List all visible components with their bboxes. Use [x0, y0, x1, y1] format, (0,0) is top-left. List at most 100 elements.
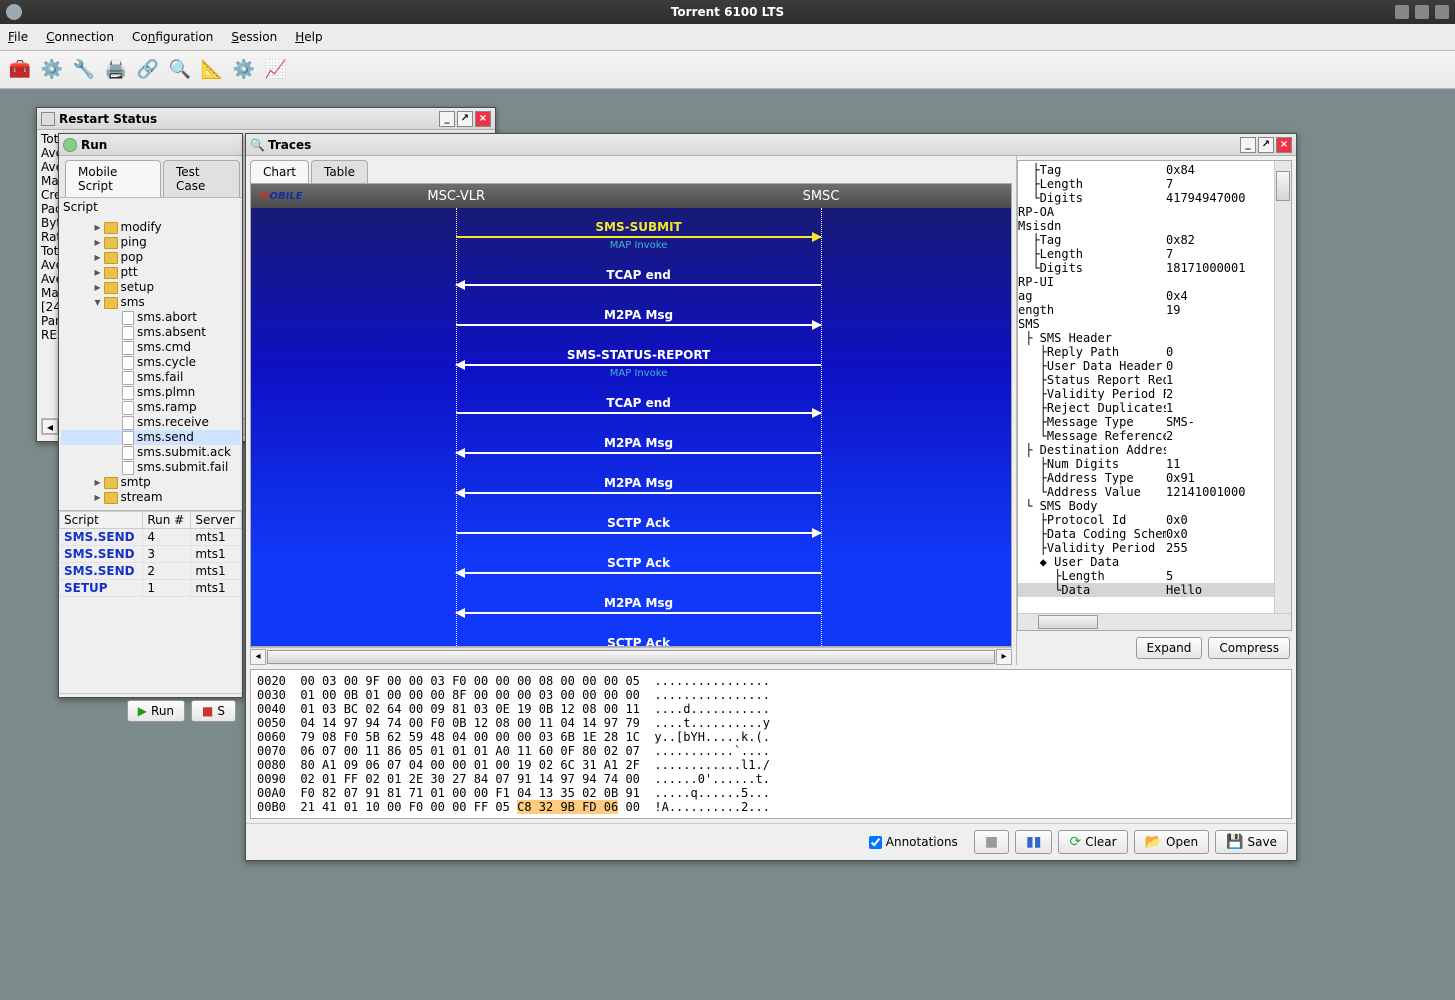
table-row[interactable]: SMS.SEND2mts1: [60, 563, 242, 580]
hex-dump[interactable]: 0020 00 03 00 9F 00 00 03 F0 00 00 00 08…: [250, 669, 1292, 819]
traces-minimize[interactable]: _: [1240, 137, 1256, 153]
decoder-row-19[interactable]: └Message Reference2: [1018, 429, 1291, 443]
decoder-row-14[interactable]: ├User Data Header Indicator0: [1018, 359, 1291, 373]
menu-connection[interactable]: Connection: [46, 30, 114, 44]
decoder-row-24[interactable]: └ SMS Body: [1018, 499, 1291, 513]
decoder-row-27[interactable]: ├Validity Period255: [1018, 541, 1291, 555]
decoder-row-7[interactable]: └Digits18171000001: [1018, 261, 1291, 275]
decoder-row-12[interactable]: ├ SMS Header: [1018, 331, 1291, 345]
toolbar-btn-3[interactable]: 🔧: [70, 56, 98, 84]
decoder-row-6[interactable]: ├Length7: [1018, 247, 1291, 261]
decoder-row-25[interactable]: ├Protocol Id0x0: [1018, 513, 1291, 527]
msg-6[interactable]: M2PA Msg: [456, 492, 821, 494]
decoder-row-11[interactable]: SMS: [1018, 317, 1291, 331]
toolbar-btn-9[interactable]: 📈: [262, 56, 290, 84]
sequence-chart[interactable]: MOBILE MSC-VLR SMSC SMS-SUBMITMAP Invoke…: [250, 183, 1012, 647]
tree-item-sms-absent[interactable]: sms.absent: [61, 325, 240, 340]
tree-item-sms-receive[interactable]: sms.receive: [61, 415, 240, 430]
restart-minimize[interactable]: _: [439, 111, 455, 127]
decoder-row-2[interactable]: └Digits41794947000: [1018, 191, 1291, 205]
decoder-row-13[interactable]: ├Reply Path0: [1018, 345, 1291, 359]
tab-table[interactable]: Table: [311, 160, 368, 183]
stop-button[interactable]: ■S: [191, 700, 236, 722]
menu-configuration[interactable]: Configuration: [132, 30, 213, 44]
tree-item-sms-cmd[interactable]: sms.cmd: [61, 340, 240, 355]
expand-button[interactable]: Expand: [1136, 637, 1203, 659]
decoder-row-26[interactable]: ├Data Coding Scheme0x0: [1018, 527, 1291, 541]
tree-folder-ping[interactable]: ▸ping: [61, 235, 240, 250]
tree-folder-ptt[interactable]: ▸ptt: [61, 265, 240, 280]
traces-close[interactable]: ×: [1276, 137, 1292, 153]
tree-folder-setup[interactable]: ▸setup: [61, 280, 240, 295]
chart-scroll-right[interactable]: ▸: [996, 649, 1012, 665]
toolbar-btn-1[interactable]: 🧰: [6, 56, 34, 84]
col-script[interactable]: Script: [60, 512, 143, 529]
script-tree[interactable]: ▸modify ▸ping ▸pop ▸ptt ▸setup ▾sms sms.…: [59, 216, 242, 510]
restart-maximize[interactable]: ↗: [457, 111, 473, 127]
msg-5[interactable]: M2PA Msg: [456, 452, 821, 454]
msg-8[interactable]: SCTP Ack: [456, 572, 821, 574]
chart-hscroll[interactable]: ◂ ▸: [250, 647, 1012, 665]
decoder-row-17[interactable]: ├Reject Duplicates1: [1018, 401, 1291, 415]
msg-4[interactable]: TCAP end: [456, 412, 821, 414]
annotations-checkbox[interactable]: Annotations: [869, 835, 958, 849]
tree-folder-stream[interactable]: ▸stream: [61, 490, 240, 505]
table-row[interactable]: SMS.SEND3mts1: [60, 546, 242, 563]
table-row[interactable]: SETUP1mts1: [60, 580, 242, 597]
msg-2[interactable]: M2PA Msg: [456, 324, 821, 326]
toolbar-btn-6[interactable]: 🔍: [166, 56, 194, 84]
menu-file[interactable]: File: [8, 30, 28, 44]
decoder-row-0[interactable]: ├Tag0x84: [1018, 163, 1291, 177]
tree-item-sms-submit-ack[interactable]: sms.submit.ack: [61, 445, 240, 460]
tree-folder-sms[interactable]: ▾sms: [61, 295, 240, 310]
clear-button[interactable]: ⟳Clear: [1058, 830, 1127, 854]
decoder-tree[interactable]: ├Tag0x84 ├Length7 └Digits41794947000RP-O…: [1018, 161, 1291, 613]
decoder-row-23[interactable]: └Address Value12141001000: [1018, 485, 1291, 499]
decoder-row-15[interactable]: ├Status Report Request1: [1018, 373, 1291, 387]
msg-1[interactable]: TCAP end: [456, 284, 821, 286]
open-button[interactable]: 📂Open: [1134, 830, 1210, 854]
toolbar-btn-8[interactable]: ⚙️: [230, 56, 258, 84]
msg-9[interactable]: M2PA Msg: [456, 612, 821, 614]
restart-scroll-left[interactable]: ◂: [42, 419, 58, 434]
save-button[interactable]: 💾Save: [1215, 830, 1288, 854]
maximize-button[interactable]: [1415, 5, 1429, 19]
decoder-row-5[interactable]: ├Tag0x82: [1018, 233, 1291, 247]
tab-mobile-script[interactable]: Mobile Script: [65, 160, 161, 197]
msg-3[interactable]: SMS-STATUS-REPORTMAP Invoke: [456, 364, 821, 366]
msg-0[interactable]: SMS-SUBMITMAP Invoke: [456, 236, 821, 238]
tree-folder-pop[interactable]: ▸pop: [61, 250, 240, 265]
decoder-row-1[interactable]: ├Length7: [1018, 177, 1291, 191]
restart-close[interactable]: ×: [475, 111, 491, 127]
table-row[interactable]: SMS.SEND4mts1: [60, 529, 242, 546]
stop-trace-button[interactable]: ■: [974, 830, 1009, 854]
tree-item-sms-plmn[interactable]: sms.plmn: [61, 385, 240, 400]
tab-test-case[interactable]: Test Case: [163, 160, 240, 197]
traces-maximize[interactable]: ↗: [1258, 137, 1274, 153]
decoder-row-28[interactable]: ◆ User Data: [1018, 555, 1291, 569]
decoder-row-4[interactable]: Msisdn: [1018, 219, 1291, 233]
decoder-row-29[interactable]: ├Length5: [1018, 569, 1291, 583]
toolbar-btn-2[interactable]: ⚙️: [38, 56, 66, 84]
msg-7[interactable]: SCTP Ack: [456, 532, 821, 534]
col-run[interactable]: Run #: [143, 512, 191, 529]
decoder-hscroll[interactable]: [1018, 613, 1291, 630]
menu-help[interactable]: Help: [295, 30, 322, 44]
minimize-button[interactable]: [1395, 5, 1409, 19]
close-button[interactable]: [1435, 5, 1449, 19]
decoder-row-10[interactable]: ength19: [1018, 303, 1291, 317]
tree-item-sms-fail[interactable]: sms.fail: [61, 370, 240, 385]
tree-item-sms-cycle[interactable]: sms.cycle: [61, 355, 240, 370]
decoder-row-21[interactable]: ├Num Digits11: [1018, 457, 1291, 471]
tree-item-sms-send[interactable]: sms.send: [61, 430, 240, 445]
decoder-row-3[interactable]: RP-OA: [1018, 205, 1291, 219]
tree-item-sms-ramp[interactable]: sms.ramp: [61, 400, 240, 415]
tree-folder-modify[interactable]: ▸modify: [61, 220, 240, 235]
decoder-vscroll[interactable]: [1274, 161, 1291, 613]
decoder-row-8[interactable]: RP-UI: [1018, 275, 1291, 289]
col-server[interactable]: Server: [191, 512, 242, 529]
tree-item-sms-submit-fail[interactable]: sms.submit.fail: [61, 460, 240, 475]
toolbar-btn-4[interactable]: 🖨️: [102, 56, 130, 84]
tree-folder-smtp[interactable]: ▸smtp: [61, 475, 240, 490]
decoder-row-20[interactable]: ├ Destination Address: [1018, 443, 1291, 457]
